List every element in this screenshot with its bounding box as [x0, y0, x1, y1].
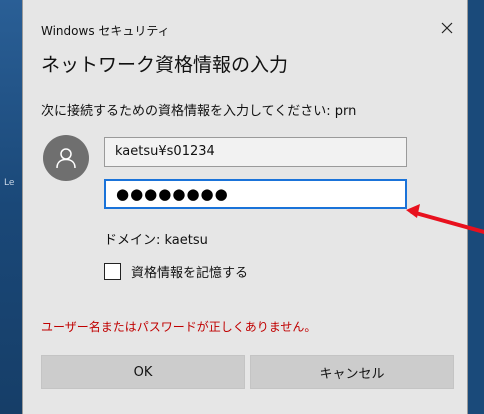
avatar	[43, 135, 89, 181]
desktop-fragment-text: Le	[4, 178, 15, 188]
remember-checkbox[interactable]	[104, 263, 121, 280]
username-input[interactable]: kaetsu¥s01234	[104, 137, 407, 167]
cancel-button[interactable]: キャンセル	[250, 355, 454, 389]
domain-label: ドメイン: kaetsu	[104, 233, 208, 248]
close-icon	[441, 22, 453, 34]
credential-dialog: Windows セキュリティ ネットワーク資格情報の入力 次に接続するための資格…	[22, 0, 468, 414]
user-icon	[56, 148, 76, 169]
desktop-background-left: Le	[0, 0, 22, 414]
remember-credentials[interactable]: 資格情報を記憶する	[104, 262, 248, 281]
dialog-app-title: Windows セキュリティ	[41, 24, 170, 38]
dialog-prompt: 次に接続するための資格情報を入力してください: prn	[41, 104, 357, 119]
ok-button[interactable]: OK	[41, 355, 245, 389]
remember-label: 資格情報を記憶する	[131, 266, 249, 281]
error-message: ユーザー名またはパスワードが正しくありません。	[41, 320, 317, 334]
dialog-heading: ネットワーク資格情報の入力	[41, 54, 289, 76]
close-button[interactable]	[437, 18, 457, 38]
password-input[interactable]: ●●●●●●●●	[104, 179, 407, 209]
password-mask: ●●●●●●●●	[116, 185, 229, 203]
desktop-background-right	[468, 0, 484, 414]
